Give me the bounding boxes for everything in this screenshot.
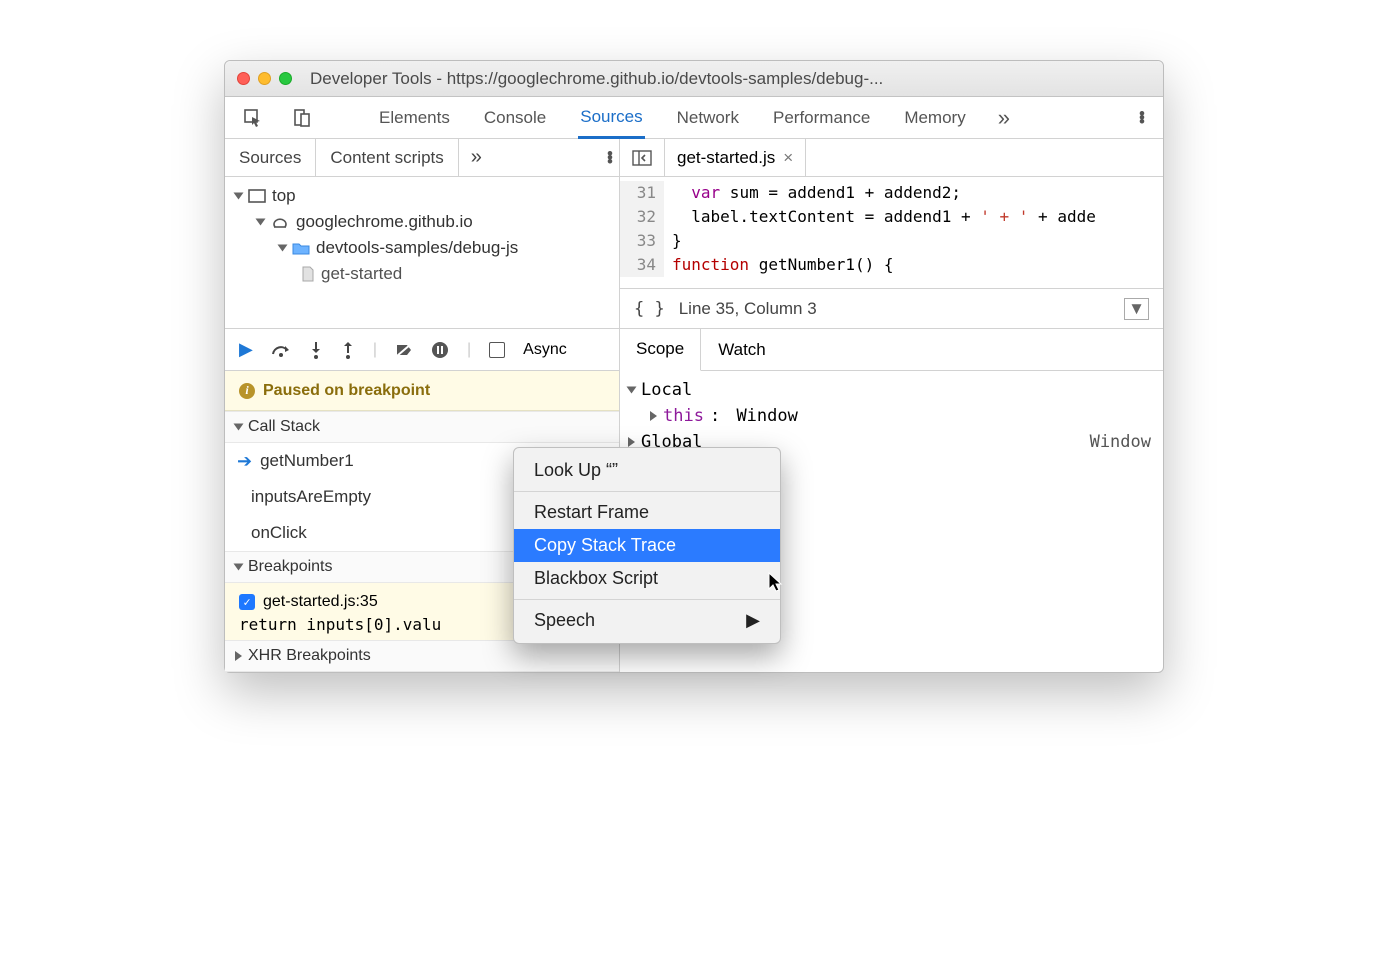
main-tabbar: Elements Console Sources Network Perform… <box>225 97 1163 139</box>
tab-sources[interactable]: Sources <box>578 97 644 139</box>
editor-tab-get-started[interactable]: get-started.js × <box>665 139 806 177</box>
editor-statusbar: { } Line 35, Column 3 ▼ <box>620 288 1163 328</box>
tree-host-label: googlechrome.github.io <box>296 212 473 232</box>
kebab-menu-icon[interactable]: ••• <box>1139 112 1145 124</box>
async-label: Async <box>523 341 567 359</box>
ctx-copy-stack-trace[interactable]: Copy Stack Trace <box>514 529 780 562</box>
tree-folder-label: devtools-samples/debug-js <box>316 238 518 258</box>
devtools-window: Developer Tools - https://googlechrome.g… <box>224 60 1164 673</box>
navtabs-menu-icon[interactable]: ••• <box>607 152 613 164</box>
scope-this[interactable]: this: Window <box>628 403 1151 429</box>
maximize-icon[interactable] <box>279 72 292 85</box>
tab-console[interactable]: Console <box>482 97 548 139</box>
tab-memory[interactable]: Memory <box>902 97 967 139</box>
tree-file-label: get-started <box>321 264 402 284</box>
breakpoint-file: get-started.js:35 <box>263 593 378 611</box>
step-into-icon[interactable] <box>309 341 323 359</box>
code-editor[interactable]: 31 var sum = addend1 + addend2;32 label.… <box>620 177 1163 288</box>
paused-text: Paused on breakpoint <box>263 382 430 400</box>
toggle-navigator-icon[interactable] <box>620 139 665 176</box>
scope-global-value: Window <box>1090 432 1151 452</box>
step-over-icon[interactable] <box>271 342 291 358</box>
tab-scope[interactable]: Scope <box>619 329 701 371</box>
tab-watch[interactable]: Watch <box>701 329 783 371</box>
tab-network[interactable]: Network <box>675 97 741 139</box>
more-navtabs-icon[interactable]: » <box>459 146 491 169</box>
ctx-blackbox-script[interactable]: Blackbox Script <box>514 562 780 595</box>
navigator-panel: Sources Content scripts » ••• top google… <box>225 139 620 328</box>
navtab-content-scripts[interactable]: Content scripts <box>316 139 458 177</box>
scope-local[interactable]: Local <box>628 377 1151 403</box>
pretty-print-icon[interactable]: { } <box>634 299 665 319</box>
step-out-icon[interactable] <box>341 341 355 359</box>
xhr-breakpoints-label: XHR Breakpoints <box>248 647 371 665</box>
async-checkbox[interactable] <box>489 342 505 358</box>
breakpoints-label: Breakpoints <box>248 558 333 576</box>
paused-banner: i Paused on breakpoint <box>225 371 619 411</box>
collapse-icon[interactable]: ▼ <box>1124 298 1149 320</box>
window-title: Developer Tools - https://googlechrome.g… <box>310 69 883 89</box>
tree-top[interactable]: top <box>235 183 615 209</box>
xhr-breakpoints-header[interactable]: XHR Breakpoints <box>225 640 619 672</box>
stack-frame-label: onClick <box>251 523 307 543</box>
device-icon[interactable] <box>293 108 311 128</box>
editor-panel: get-started.js × 31 var sum = addend1 + … <box>620 139 1163 328</box>
pause-exceptions-icon[interactable] <box>431 341 449 359</box>
scope-this-value: Window <box>736 406 797 426</box>
scope-this-label: this <box>663 406 704 426</box>
deactivate-breakpoints-icon[interactable] <box>395 342 413 358</box>
stack-frame-label: inputsAreEmpty <box>251 487 371 507</box>
close-icon[interactable] <box>237 72 250 85</box>
inspect-icon[interactable] <box>243 108 263 128</box>
breakpoint-checkbox[interactable]: ✓ <box>239 594 255 610</box>
scope-local-label: Local <box>641 380 692 400</box>
file-tree: top googlechrome.github.io devtools-samp… <box>225 177 619 287</box>
more-tabs-icon[interactable]: » <box>998 105 1007 131</box>
tree-host[interactable]: googlechrome.github.io <box>235 209 615 235</box>
info-icon: i <box>239 383 255 399</box>
tree-top-label: top <box>272 186 296 206</box>
titlebar: Developer Tools - https://googlechrome.g… <box>225 61 1163 97</box>
tree-file[interactable]: get-started <box>235 261 615 287</box>
current-frame-icon: ➔ <box>237 451 252 472</box>
submenu-arrow-icon: ▶ <box>746 610 760 631</box>
call-stack-header[interactable]: Call Stack <box>225 411 619 443</box>
ctx-restart-frame[interactable]: Restart Frame <box>514 496 780 529</box>
ctx-speech[interactable]: Speech ▶ <box>514 604 780 637</box>
cursor-icon <box>767 571 785 599</box>
tab-performance[interactable]: Performance <box>771 97 872 139</box>
context-menu: Look Up “” Restart Frame Copy Stack Trac… <box>513 447 781 644</box>
cursor-position: Line 35, Column 3 <box>679 299 817 319</box>
editor-tab-label: get-started.js <box>677 148 775 168</box>
minimize-icon[interactable] <box>258 72 271 85</box>
resume-icon[interactable]: ▶ <box>239 339 253 360</box>
debugger-panel: ▶ | | Async i Paused on breakpoint Call … <box>225 329 620 672</box>
close-tab-icon[interactable]: × <box>783 148 793 168</box>
call-stack-label: Call Stack <box>248 418 320 436</box>
ctx-speech-label: Speech <box>534 610 595 631</box>
navtab-sources[interactable]: Sources <box>225 139 316 177</box>
stack-frame-label: getNumber1 <box>260 451 354 471</box>
debugger-toolbar: ▶ | | Async <box>225 329 619 371</box>
ctx-lookup[interactable]: Look Up “” <box>514 454 780 487</box>
tab-elements[interactable]: Elements <box>377 97 452 139</box>
tree-folder[interactable]: devtools-samples/debug-js <box>235 235 615 261</box>
